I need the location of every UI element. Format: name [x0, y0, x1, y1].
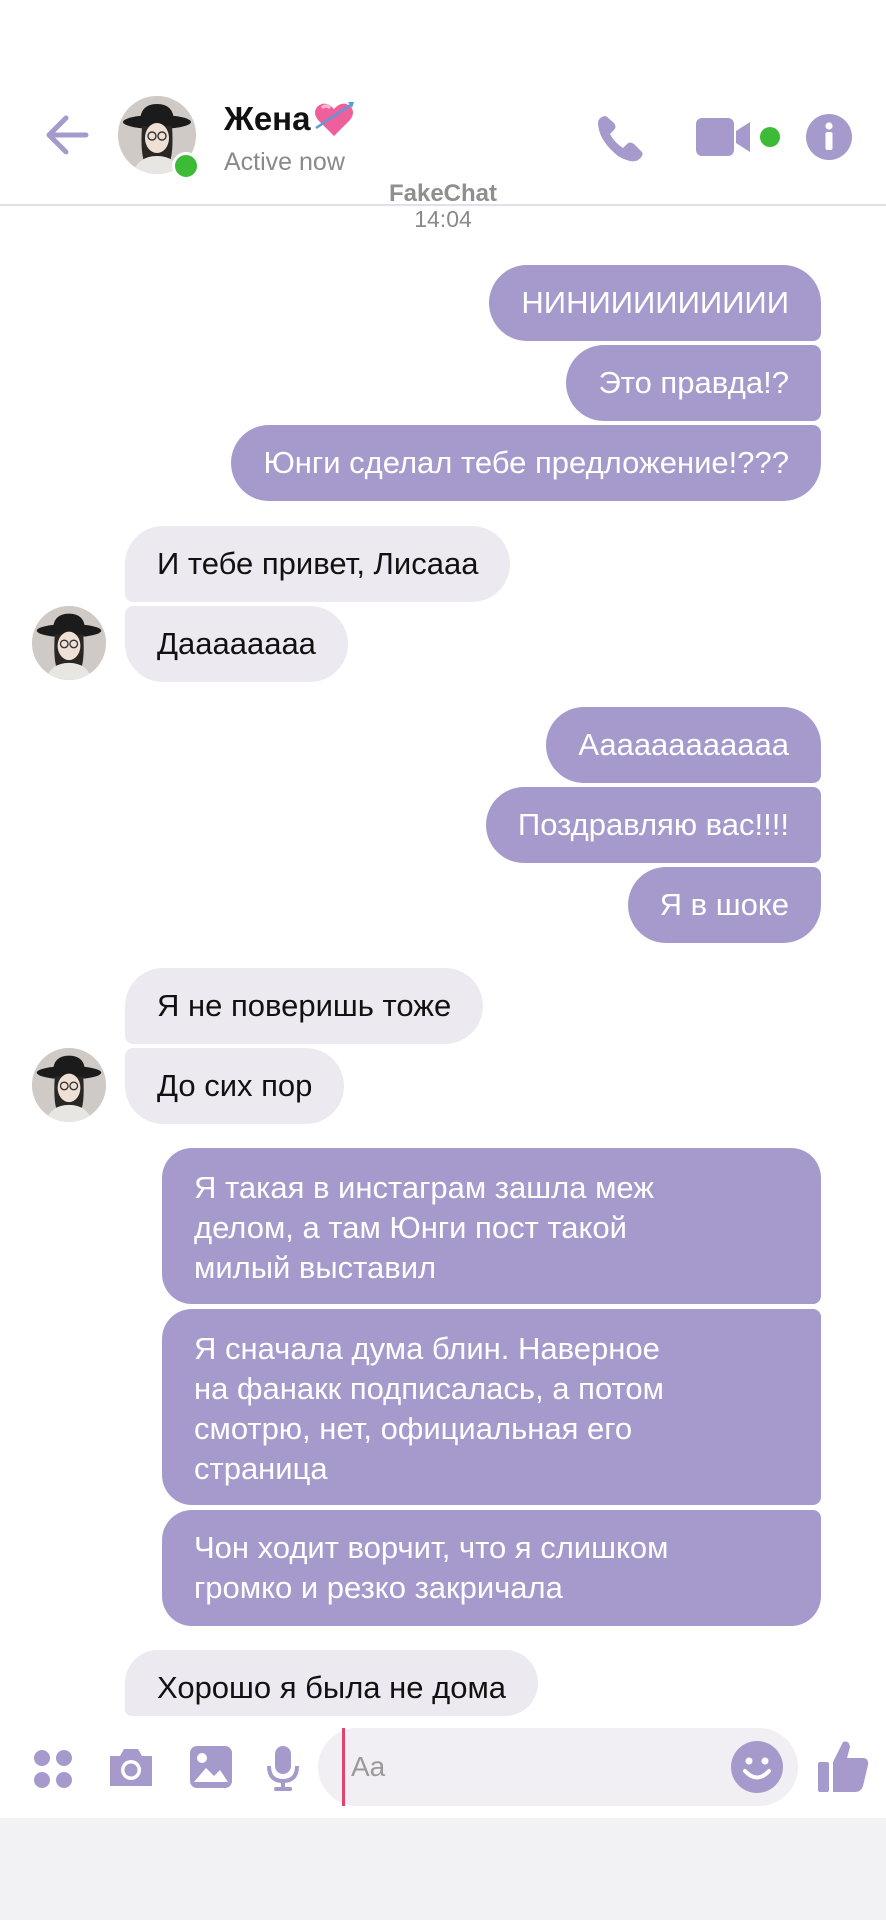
message-bubble-incoming[interactable]: Даааааааа	[125, 606, 348, 682]
emoji-icon	[731, 1741, 783, 1793]
chat-header: Жена Active now	[0, 0, 886, 206]
sender-avatar	[32, 1048, 106, 1122]
contact-status: Active now	[224, 148, 345, 176]
apps-button[interactable]	[32, 1748, 74, 1795]
heart-icon	[312, 98, 356, 138]
back-button[interactable]	[40, 108, 94, 162]
message-input-container	[318, 1728, 798, 1806]
gallery-button[interactable]	[188, 1744, 234, 1795]
system-nav-area	[0, 1818, 886, 1920]
message-bubble-outgoing[interactable]: НИНИИИИИИИИИ	[489, 265, 821, 341]
gallery-icon	[190, 1746, 232, 1788]
message-bubble-outgoing[interactable]: Аааааааааааа	[546, 707, 821, 783]
voice-call-button[interactable]	[592, 110, 648, 166]
message-composer	[0, 1718, 886, 1820]
sender-avatar	[32, 606, 106, 680]
message-input[interactable]	[342, 1728, 722, 1806]
message-bubble-incoming[interactable]: Хорошо я была не дома	[125, 1650, 539, 1716]
microphone-icon	[267, 1746, 299, 1791]
info-icon	[806, 114, 852, 160]
contact-name[interactable]: Жена	[224, 100, 310, 138]
online-indicator	[172, 152, 200, 180]
message-bubble-outgoing[interactable]: Я сначала дума блин. Наверное на фанакк …	[162, 1309, 821, 1505]
contact-avatar[interactable]	[118, 96, 200, 180]
message-bubble-outgoing[interactable]: Я такая в инстаграм зашла меж делом, а т…	[162, 1148, 821, 1304]
message-bubble-outgoing[interactable]: Юнги сделал тебе предложение!???	[231, 425, 821, 501]
like-button[interactable]	[816, 1738, 870, 1799]
timestamp: 14:04	[414, 206, 472, 232]
camera-icon	[110, 1749, 152, 1786]
camera-button[interactable]	[106, 1744, 156, 1795]
microphone-button[interactable]	[266, 1744, 300, 1797]
phone-icon	[598, 116, 643, 162]
video-call-button[interactable]	[694, 116, 754, 158]
video-camera-icon	[696, 118, 750, 156]
message-bubble-incoming[interactable]: До сих пор	[125, 1048, 345, 1124]
message-bubble-outgoing[interactable]: Это правда!?	[566, 345, 821, 421]
message-bubble-outgoing[interactable]: Я в шоке	[627, 867, 821, 943]
thumbs-up-icon	[818, 1741, 869, 1792]
message-bubble-incoming[interactable]: И тебе привет, Лисааа	[125, 526, 511, 602]
message-bubble-outgoing[interactable]: Поздравляю вас!!!!	[485, 787, 821, 863]
video-active-dot	[760, 127, 780, 147]
watermark: FakeChat	[388, 180, 498, 207]
apps-icon	[34, 1750, 72, 1788]
back-arrow-icon	[46, 115, 89, 155]
message-bubble-incoming[interactable]: Я не поверишь тоже	[125, 968, 484, 1044]
message-bubble-outgoing[interactable]: Чон ходит ворчит, что я слишком громко и…	[162, 1510, 821, 1626]
info-button[interactable]	[806, 114, 852, 160]
emoji-button[interactable]	[730, 1740, 784, 1794]
